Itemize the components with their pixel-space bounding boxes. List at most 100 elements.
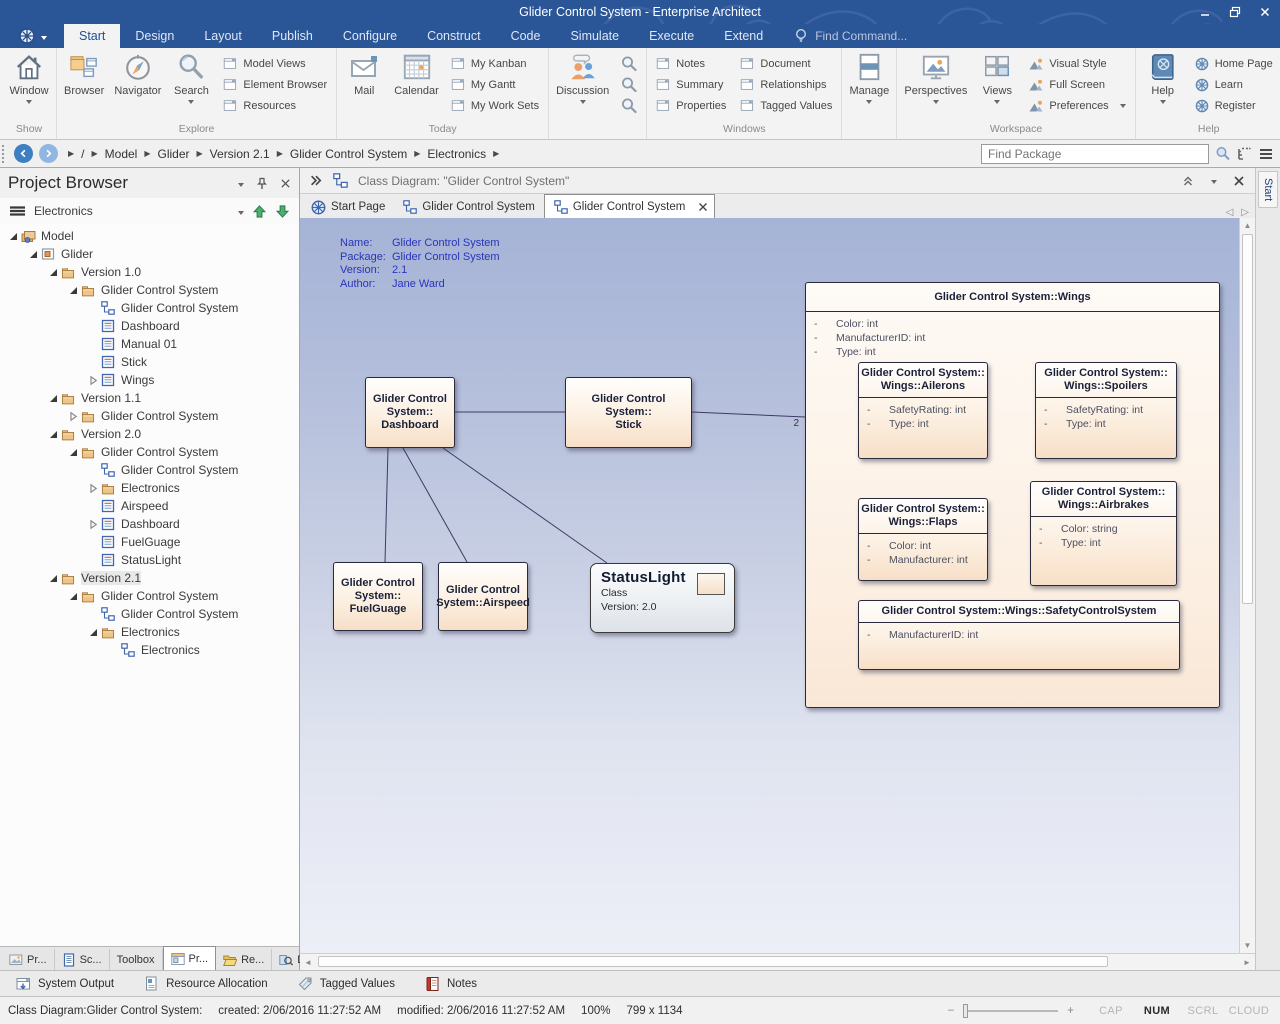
- find-command[interactable]: Find Command...: [794, 24, 907, 48]
- move-down-icon[interactable]: [275, 204, 290, 219]
- app-logo[interactable]: [0, 24, 64, 48]
- tab-scroll-left-icon[interactable]: ◁: [1226, 207, 1234, 218]
- ribbon-visual-style-button[interactable]: Visual Style: [1025, 53, 1129, 74]
- tree-expander-icon[interactable]: [46, 429, 60, 440]
- menu-tab-simulate[interactable]: Simulate: [555, 24, 634, 48]
- ribbon-manage-button[interactable]: Manage: [844, 49, 894, 122]
- ribbon-learn-button[interactable]: Learn: [1191, 74, 1277, 95]
- scroll-left-arrow-icon[interactable]: ◄: [300, 958, 316, 967]
- tree-item-fuelguage[interactable]: FuelGuage: [0, 533, 299, 551]
- panel-dropdown-arrow-icon[interactable]: [238, 183, 244, 187]
- tree-expander-icon[interactable]: [66, 285, 80, 296]
- tree-expander-icon[interactable]: [86, 483, 100, 494]
- close-panel-icon[interactable]: [280, 178, 291, 189]
- ribbon-relationships-button[interactable]: Relationships: [736, 74, 836, 95]
- ribbon-properties-button[interactable]: Properties: [652, 95, 730, 116]
- breadcrumb-segment-item[interactable]: /: [81, 147, 84, 161]
- tree-item-airspeed[interactable]: Airspeed: [0, 497, 299, 515]
- zoom-slider-thumb[interactable]: [963, 1004, 968, 1018]
- menu-tab-start[interactable]: Start: [64, 24, 120, 48]
- find-package-field[interactable]: [981, 144, 1209, 164]
- menu-tab-construct[interactable]: Construct: [412, 24, 496, 48]
- ribbon-preferences-button[interactable]: Preferences: [1025, 95, 1129, 116]
- restore-button[interactable]: [1228, 5, 1242, 19]
- ribbon-perspectives-button[interactable]: Perspectives: [899, 49, 972, 122]
- collapse-header-icon[interactable]: [1181, 174, 1195, 187]
- ribbon-browser-button[interactable]: Browser: [59, 49, 109, 122]
- tree-item-electronics[interactable]: Electronics: [0, 641, 299, 659]
- ribbon-discussion-button[interactable]: Discussion: [551, 49, 614, 122]
- menu-tab-code[interactable]: Code: [496, 24, 556, 48]
- ribbon-search-mini-button[interactable]: [617, 53, 641, 74]
- nav-forward-button[interactable]: [39, 144, 58, 163]
- tree-item-version-1-0[interactable]: Version 1.0: [0, 263, 299, 281]
- diagram-canvas[interactable]: 2Name:Glider Control SystemPackage:Glide…: [300, 218, 1239, 953]
- pin-icon[interactable]: [256, 177, 268, 190]
- menu-tab-execute[interactable]: Execute: [634, 24, 709, 48]
- tree-expander-icon[interactable]: [86, 375, 100, 386]
- tree-expander-icon[interactable]: [46, 573, 60, 584]
- find-package-search-icon[interactable]: [1215, 146, 1231, 162]
- ribbon-views-button[interactable]: Views: [972, 49, 1022, 122]
- menu-tab-extend[interactable]: Extend: [709, 24, 778, 48]
- tree-item-dashboard[interactable]: Dashboard: [0, 515, 299, 533]
- ribbon-resources-button[interactable]: Resources: [219, 95, 331, 116]
- diagram-tab-glider-control-system-2[interactable]: Glider Control System: [544, 194, 715, 218]
- menu-tab-layout[interactable]: Layout: [189, 24, 257, 48]
- tree-expander-icon[interactable]: [66, 447, 80, 458]
- class-node-airspeed[interactable]: Glider ControlSystem::Airspeed: [438, 562, 528, 631]
- tree-item-glider-control-system[interactable]: Glider Control System: [0, 299, 299, 317]
- tree-item-glider-control-system[interactable]: Glider Control System: [0, 281, 299, 299]
- class-node-statuslight[interactable]: StatusLight Class Version: 2.0: [590, 563, 735, 633]
- close-tab-icon[interactable]: [698, 202, 708, 212]
- tree-expander-icon[interactable]: [26, 249, 40, 260]
- horizontal-scrollbar[interactable]: ◄ ►: [300, 953, 1255, 970]
- ribbon-home-page-button[interactable]: Home Page: [1191, 53, 1277, 74]
- ribbon-my-gantt-button[interactable]: My Gantt: [447, 74, 543, 95]
- dock-system-output-button[interactable]: System Output: [6, 973, 124, 995]
- ribbon-window-button[interactable]: Window: [4, 49, 54, 122]
- scope-dropdown-arrow-icon[interactable]: [238, 211, 244, 215]
- move-up-icon[interactable]: [252, 204, 267, 219]
- tree-expander-icon[interactable]: [86, 519, 100, 530]
- diagram-tab-glider-control-system-1[interactable]: Glider Control System: [394, 196, 543, 218]
- ribbon-calendar-button[interactable]: Calendar: [389, 49, 444, 122]
- ribbon-element-browser-button[interactable]: Element Browser: [219, 74, 331, 95]
- tree-item-glider-control-system[interactable]: Glider Control System: [0, 407, 299, 425]
- ribbon-search-button[interactable]: Search: [166, 49, 216, 122]
- find-package-input[interactable]: [982, 145, 1208, 163]
- ribbon-notes-button[interactable]: Notes: [652, 53, 730, 74]
- tree-item-electronics[interactable]: Electronics: [0, 623, 299, 641]
- tree-item-version-1-1[interactable]: Version 1.1: [0, 389, 299, 407]
- ribbon-full-screen-button[interactable]: Full Screen: [1025, 74, 1129, 95]
- breadcrumb-segment-model[interactable]: Model: [105, 147, 138, 161]
- dock-tagged-values-button[interactable]: Tagged Values: [288, 973, 405, 995]
- browser-tab-pr-0[interactable]: Pr...: [2, 949, 55, 970]
- minimize-button[interactable]: [1198, 5, 1212, 19]
- vertical-scrollbar-thumb[interactable]: [1242, 234, 1253, 604]
- tree-item-dashboard[interactable]: Dashboard: [0, 317, 299, 335]
- ribbon-summary-button[interactable]: Summary: [652, 74, 730, 95]
- tree-item-stick[interactable]: Stick: [0, 353, 299, 371]
- browser-tab-pr-3[interactable]: Pr...: [163, 946, 217, 970]
- menu-tab-design[interactable]: Design: [120, 24, 189, 48]
- package-list-icon[interactable]: [1237, 146, 1252, 161]
- tree-item-glider-control-system[interactable]: Glider Control System: [0, 443, 299, 461]
- toolbar-drag-handle[interactable]: [2, 145, 6, 163]
- class-node-safetycontrolsystem[interactable]: Glider Control System::Wings::SafetyCont…: [858, 600, 1180, 670]
- class-node-flaps[interactable]: Glider Control System::Wings::Flaps-Colo…: [858, 498, 988, 581]
- menu-tab-publish[interactable]: Publish: [257, 24, 328, 48]
- ribbon-search-mini-button[interactable]: [617, 95, 641, 116]
- tree-expander-icon[interactable]: [46, 393, 60, 404]
- ribbon-document-button[interactable]: Document: [736, 53, 836, 74]
- zoom-slider[interactable]: [963, 1010, 1058, 1012]
- class-node-ailerons[interactable]: Glider Control System::Wings::Ailerons-S…: [858, 362, 988, 459]
- menu-tab-configure[interactable]: Configure: [328, 24, 412, 48]
- tree-item-glider-control-system[interactable]: Glider Control System: [0, 587, 299, 605]
- tree-expander-icon[interactable]: [46, 267, 60, 278]
- breadcrumb-segment-glider[interactable]: Glider: [158, 147, 190, 161]
- tree-item-version-2-1[interactable]: Version 2.1: [0, 569, 299, 587]
- scope-hamburger-icon[interactable]: [9, 204, 26, 218]
- tree-item-glider-control-system[interactable]: Glider Control System: [0, 605, 299, 623]
- scroll-up-arrow-icon[interactable]: ▲: [1240, 218, 1255, 233]
